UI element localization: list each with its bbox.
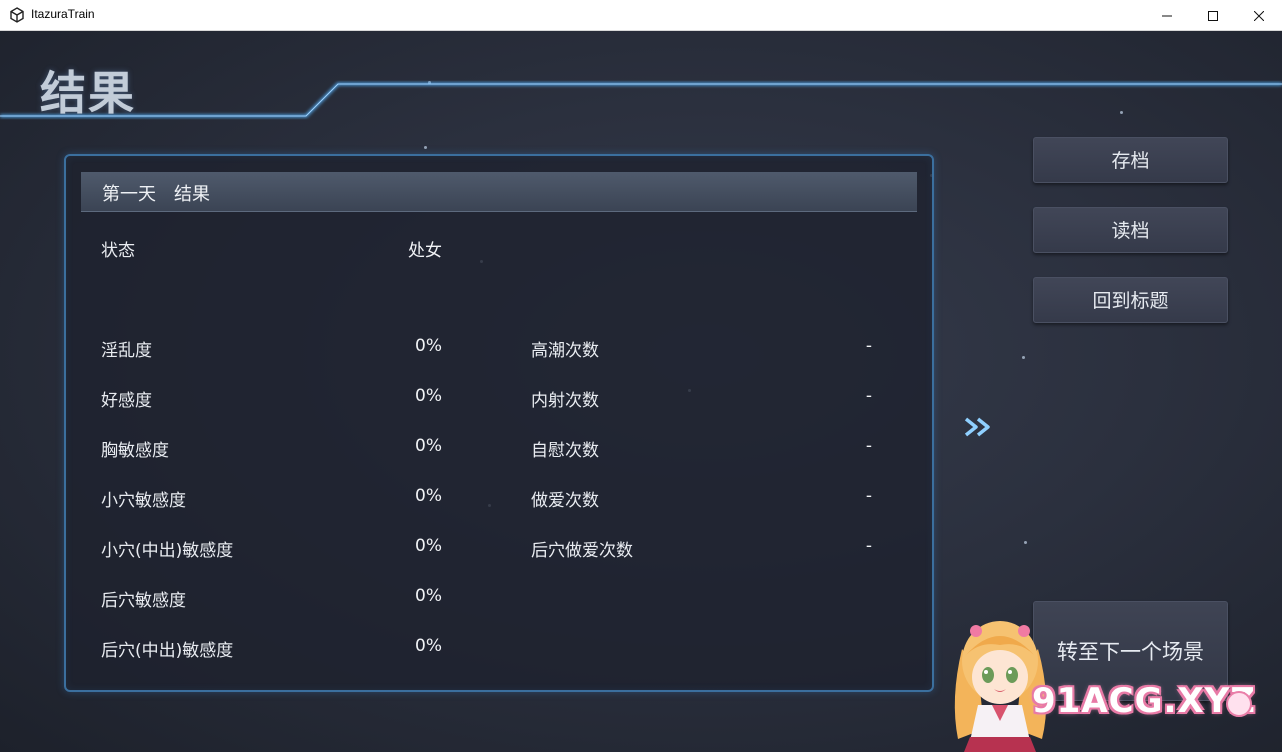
background-star (1024, 541, 1027, 544)
status-label: 状态 (101, 241, 135, 261)
status-value: 处女 (408, 241, 442, 261)
stat-label: 胸敏感度 (101, 441, 169, 461)
window-titlebar: ItazuraTrain (0, 0, 1282, 31)
header-decoration-line (0, 82, 1282, 118)
stat-value: - (865, 386, 872, 406)
close-button[interactable] (1236, 0, 1282, 31)
stat-value: 0% (415, 336, 442, 356)
watermark-text: 91ACG.XYZ (1032, 681, 1256, 721)
stat-label: 后穴敏感度 (101, 591, 186, 611)
window-title: ItazuraTrain (31, 7, 95, 21)
stat-label: 做爱次数 (531, 491, 599, 511)
stat-value: 0% (415, 586, 442, 606)
stat-value: - (865, 536, 872, 556)
results-panel: 第一天 结果 状态 处女 淫乱度 0% 好感度 0% 胸敏感度 0% 小穴敏感度… (64, 154, 934, 692)
stat-label: 内射次数 (531, 391, 599, 411)
unity-logo-icon (10, 7, 24, 23)
stat-label: 淫乱度 (101, 341, 152, 361)
stat-label: 高潮次数 (531, 341, 599, 361)
stat-value: 0% (415, 486, 442, 506)
stat-label: 好感度 (101, 391, 152, 411)
background-star (1022, 356, 1025, 359)
load-button[interactable]: 读档 (1033, 207, 1228, 253)
stat-value: 0% (415, 536, 442, 556)
save-button[interactable]: 存档 (1033, 137, 1228, 183)
maximize-button[interactable] (1190, 0, 1236, 31)
panel-header: 第一天 结果 (81, 172, 917, 212)
stat-label: 后穴做爱次数 (531, 541, 633, 561)
stat-label: 自慰次数 (531, 441, 599, 461)
heart-icon (1226, 691, 1252, 717)
stat-value: - (865, 336, 872, 356)
stat-value: 0% (415, 636, 442, 656)
maximize-icon (1208, 10, 1218, 21)
double-chevron-right-icon[interactable] (962, 414, 996, 440)
stat-label: 小穴敏感度 (101, 491, 186, 511)
page-title: 结果 (40, 66, 136, 120)
game-scene: 结果 第一天 结果 状态 处女 淫乱度 0% 好感度 0% 胸敏感度 0% 小穴… (0, 31, 1282, 752)
minimize-icon (1162, 15, 1172, 16)
stat-value: - (865, 436, 872, 456)
stat-value: - (865, 486, 872, 506)
background-star (424, 146, 427, 149)
close-icon (1254, 10, 1264, 21)
panel-header-title: 第一天 结果 (102, 184, 210, 205)
stat-label: 后穴(中出)敏感度 (101, 641, 234, 661)
back-to-title-button[interactable]: 回到标题 (1033, 277, 1228, 323)
minimize-button[interactable] (1144, 0, 1190, 31)
stat-value: 0% (415, 386, 442, 406)
stat-value: 0% (415, 436, 442, 456)
stat-label: 小穴(中出)敏感度 (101, 541, 234, 561)
